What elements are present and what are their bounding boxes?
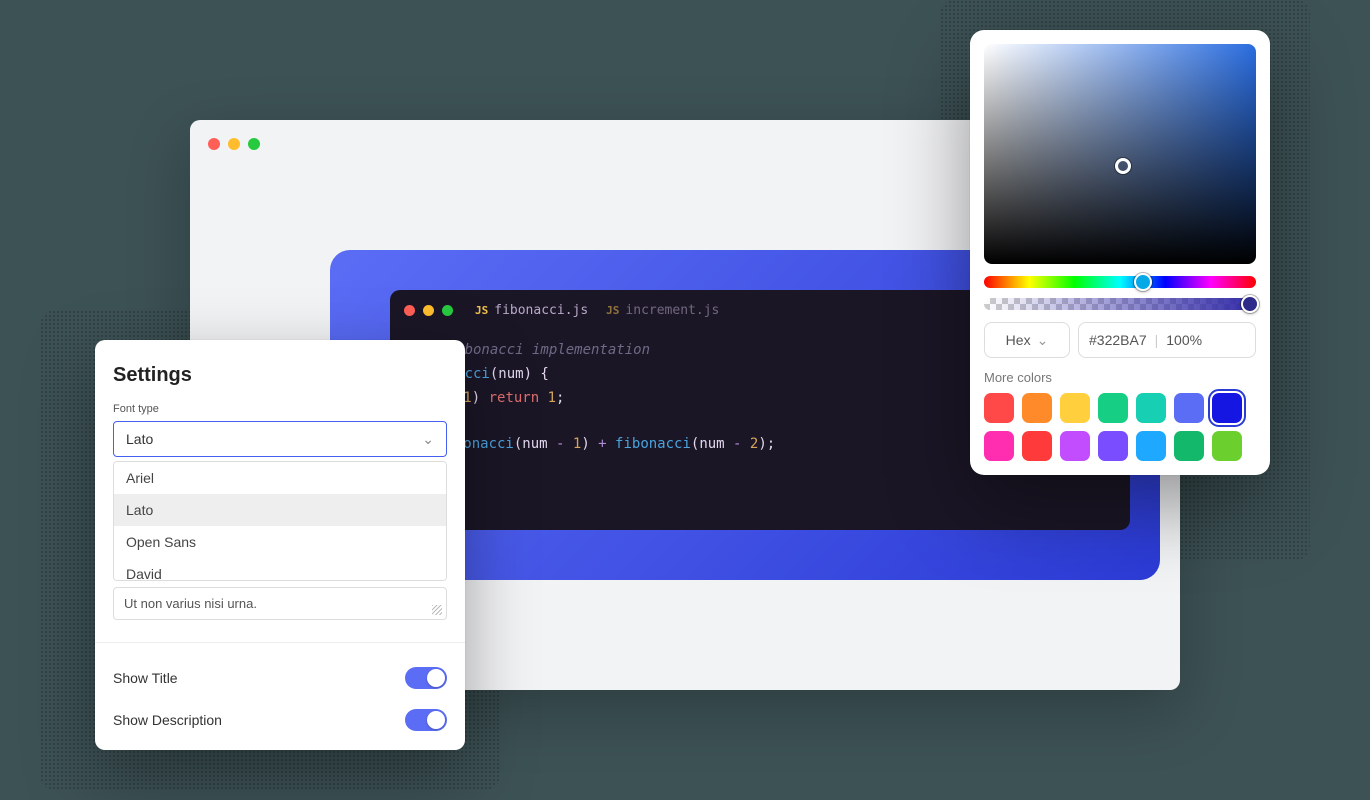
color-swatch[interactable] [1212,431,1242,461]
code-text: (num [514,436,556,452]
code-text: (num) { [490,366,549,382]
color-format-value: Hex [1006,332,1031,348]
color-swatch[interactable] [984,431,1014,461]
tab-label: increment.js [625,303,719,318]
close-icon[interactable] [404,305,415,316]
chevron-down-icon: ⌄ [422,431,434,448]
color-swatch[interactable] [1098,393,1128,423]
color-swatch[interactable] [1174,431,1204,461]
font-type-label: Font type [113,403,447,415]
color-format-select[interactable]: Hex ⌄ [984,322,1070,358]
alpha-thumb[interactable] [1241,295,1259,313]
code-keyword: return [489,390,548,406]
color-hex-value: #322BA7 [1089,332,1147,348]
color-swatch[interactable] [1136,393,1166,423]
code-operator: - [733,436,750,452]
color-swatch[interactable] [1060,431,1090,461]
code-number: 1 [548,390,556,406]
minimize-icon[interactable] [423,305,434,316]
color-picker: Hex ⌄ #322BA7 | 100% More colors [970,30,1270,475]
code-text: ); [758,436,775,452]
font-option-opensans[interactable]: Open Sans [114,526,446,558]
js-icon: JS [606,304,619,317]
code-operator: + [598,436,615,452]
toggle-label: Show Title [113,670,178,686]
settings-panel: Settings Font type Lato ⌄ Ariel Lato Ope… [95,340,465,750]
code-text: ) [581,436,598,452]
toggle-show-title-row: Show Title [113,657,447,699]
divider [95,642,465,643]
tab-label: fibonacci.js [494,303,588,318]
color-swatch[interactable] [1022,431,1052,461]
more-colors-label: More colors [984,370,1256,385]
color-value-input[interactable]: #322BA7 | 100% [1078,322,1256,358]
toggle-show-description-row: Show Description [113,699,447,741]
toggle-show-description[interactable] [405,709,447,731]
swatch-grid [984,393,1256,461]
color-opacity-value: 100% [1166,332,1202,348]
code-operator: - [556,436,573,452]
font-type-dropdown[interactable]: Ariel Lato Open Sans David [113,461,447,581]
hue-thumb[interactable] [1134,273,1152,291]
separator: | [1155,332,1159,348]
saturation-cursor-icon[interactable] [1115,158,1131,174]
editor-tab-fibonacci[interactable]: JS fibonacci.js [475,303,588,318]
code-fn-call: fibonacci [615,436,691,452]
saturation-field[interactable] [984,44,1256,264]
font-type-select[interactable]: Lato ⌄ [113,421,447,457]
select-value: Lato [126,431,153,447]
color-swatch[interactable] [1060,393,1090,423]
color-swatch[interactable] [1174,393,1204,423]
textarea-value: Ut non varius nisi urna. [124,596,257,611]
font-option-lato[interactable]: Lato [114,494,446,526]
maximize-icon[interactable] [442,305,453,316]
editor-window-controls [404,305,453,316]
close-icon[interactable] [208,138,220,150]
color-swatch[interactable] [1136,431,1166,461]
code-text: ) [472,390,489,406]
maximize-icon[interactable] [248,138,260,150]
toggle-label: Show Description [113,712,222,728]
color-swatch[interactable] [1212,393,1242,423]
toggle-show-title[interactable] [405,667,447,689]
code-text: (num [691,436,733,452]
color-swatch[interactable] [1098,431,1128,461]
settings-title: Settings [113,364,447,387]
font-option-ariel[interactable]: Ariel [114,462,446,494]
chevron-down-icon: ⌄ [1037,332,1049,349]
code-text: ; [556,390,564,406]
minimize-icon[interactable] [228,138,240,150]
editor-tab-increment[interactable]: JS increment.js [606,303,719,318]
description-textarea[interactable]: Ut non varius nisi urna. [113,587,447,620]
hue-slider[interactable] [984,276,1256,288]
window-controls [208,138,260,150]
font-option-david[interactable]: David [114,558,446,581]
color-swatch[interactable] [984,393,1014,423]
alpha-slider[interactable] [984,298,1256,310]
color-swatch[interactable] [1022,393,1052,423]
js-icon: JS [475,304,488,317]
